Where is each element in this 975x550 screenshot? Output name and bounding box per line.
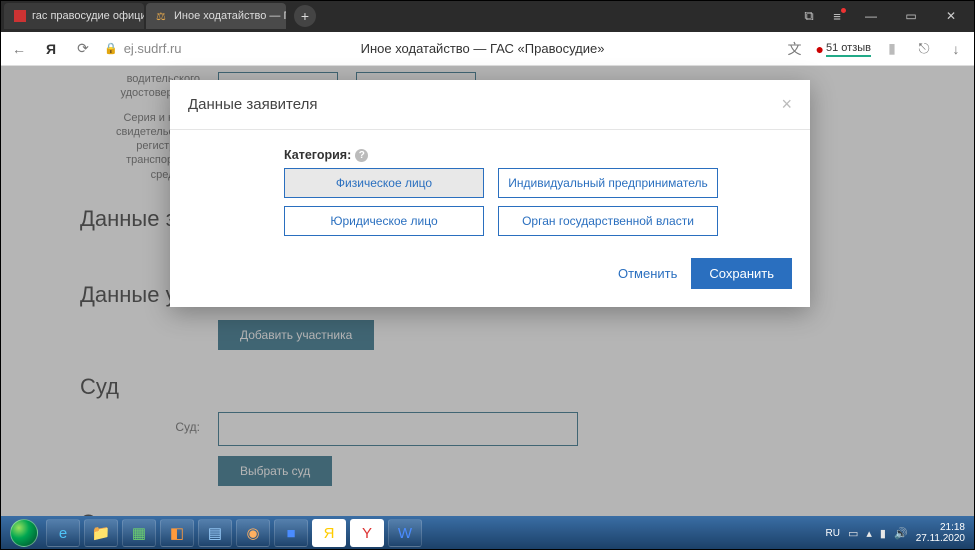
tab-1-favicon	[14, 10, 26, 22]
taskbar-zoom-icon[interactable]: ■	[274, 519, 308, 547]
notification-icon[interactable]: ≡	[823, 2, 851, 30]
system-tray: RU ▭ ▴ ▮ 🔊 21:18 27.11.2020	[826, 522, 969, 544]
taskbar-ie-icon[interactable]: e	[46, 519, 80, 547]
lock-icon: 🔒	[104, 42, 118, 55]
taskbar-yandex-alt-icon[interactable]: Y	[350, 519, 384, 547]
modal-close-icon[interactable]: ×	[781, 94, 792, 115]
taskbar: e 📁 ▦ ◧ ▤ ◉ ■ Я Y W RU ▭ ▴ ▮ 🔊 21:18 27.…	[0, 516, 975, 550]
tab-2-title: Иное ходатайство — ГА	[174, 10, 286, 22]
category-entrepreneur[interactable]: Индивидуальный предприниматель	[498, 168, 718, 198]
window-maximize-button[interactable]: ▭	[891, 2, 931, 30]
back-button[interactable]: ←	[8, 38, 30, 60]
modal-title: Данные заявителя	[188, 96, 781, 113]
taskbar-explorer-icon[interactable]: 📁	[84, 519, 118, 547]
yandex-home-button[interactable]: Я	[40, 38, 62, 60]
tab-1-title: гас правосудие официаль	[32, 10, 144, 22]
new-tab-button[interactable]: +	[294, 5, 316, 27]
start-button[interactable]	[6, 518, 42, 548]
reload-button[interactable]: ⟳	[72, 38, 94, 60]
category-gov-body[interactable]: Орган государственной власти	[498, 206, 718, 236]
cancel-button[interactable]: Отменить	[618, 266, 677, 281]
sync-icon[interactable]: ⧉	[795, 2, 823, 30]
window-close-button[interactable]: ✕	[931, 2, 971, 30]
applicant-modal: Данные заявителя × Категория: ? Физическ…	[170, 80, 810, 307]
taskbar-yandex-icon[interactable]: Я	[312, 519, 346, 547]
save-button[interactable]: Сохранить	[691, 258, 792, 289]
reviews-badge[interactable]: ● 51 отзыв	[816, 41, 871, 57]
taskbar-excel-icon[interactable]: ▦	[122, 519, 156, 547]
tab-2-active[interactable]: ⚖ Иное ходатайство — ГА ×	[146, 3, 286, 29]
taskbar-word-icon[interactable]: W	[388, 519, 422, 547]
url-text: ej.sudrf.ru	[124, 41, 182, 56]
category-individual[interactable]: Физическое лицо	[284, 168, 484, 198]
tray-up-icon[interactable]: ▴	[866, 527, 872, 540]
download-icon[interactable]: ↓	[945, 38, 967, 60]
tab-1[interactable]: гас правосудие официаль	[4, 3, 144, 29]
clock-time: 21:18	[916, 522, 965, 533]
bookmark-icon[interactable]: ▮	[881, 38, 903, 60]
extension-icon[interactable]: ⎋	[913, 38, 935, 60]
taskbar-media-icon[interactable]: ◉	[236, 519, 270, 547]
page-title: Иное ходатайство — ГАС «Правосудие»	[361, 41, 605, 56]
browser-titlebar: гас правосудие официаль ⚖ Иное ходатайст…	[0, 0, 975, 32]
window-minimize-button[interactable]: —	[851, 2, 891, 30]
tray-flag-icon[interactable]: ▭	[848, 527, 858, 540]
tray-volume-icon[interactable]: 🔊	[894, 527, 908, 540]
translate-icon[interactable]: 文	[784, 38, 806, 60]
taskbar-app-2-icon[interactable]: ▤	[198, 519, 232, 547]
clock[interactable]: 21:18 27.11.2020	[916, 522, 969, 544]
language-indicator[interactable]: RU	[826, 528, 840, 539]
help-icon[interactable]: ?	[355, 149, 368, 162]
tray-network-icon[interactable]: ▮	[880, 527, 886, 540]
url-display[interactable]: 🔒 ej.sudrf.ru	[104, 41, 182, 56]
category-legal-entity[interactable]: Юридическое лицо	[284, 206, 484, 236]
clock-date: 27.11.2020	[916, 533, 965, 544]
category-label: Категория: ?	[284, 148, 792, 162]
taskbar-app-1-icon[interactable]: ◧	[160, 519, 194, 547]
tab-2-favicon: ⚖	[156, 10, 168, 22]
address-bar: ← Я ⟳ 🔒 ej.sudrf.ru Иное ходатайство — Г…	[0, 32, 975, 66]
